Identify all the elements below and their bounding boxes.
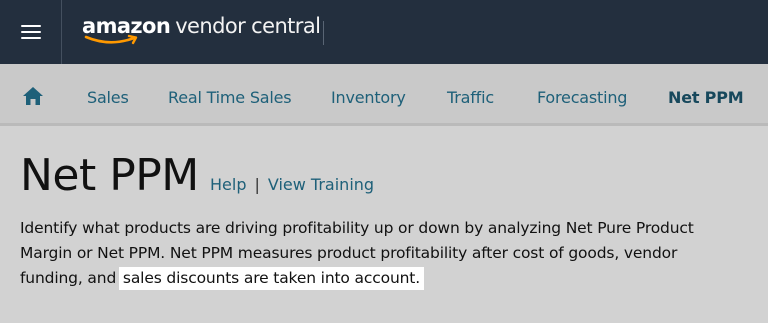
title-links: Help | View Training bbox=[210, 175, 374, 194]
description-line-3: funding, and sales discounts are taken i… bbox=[20, 266, 760, 291]
view-training-link[interactable]: View Training bbox=[268, 175, 374, 194]
hamburger-menu-icon[interactable] bbox=[0, 0, 62, 64]
home-icon[interactable] bbox=[22, 86, 44, 106]
page-title: Net PPM bbox=[20, 150, 199, 201]
top-header: amazon vendor central bbox=[0, 0, 768, 64]
amazon-vendor-central-logo[interactable]: amazon vendor central bbox=[82, 14, 321, 50]
description-line-1: Identify what products are driving profi… bbox=[20, 219, 694, 237]
main-nav: Sales Real Time Sales Inventory Traffic … bbox=[0, 64, 768, 126]
header-divider bbox=[323, 21, 324, 45]
description-line-3-text: funding, and bbox=[20, 269, 121, 287]
logo-product-text: vendor central bbox=[175, 14, 321, 38]
nav-item-forecasting[interactable]: Forecasting bbox=[537, 88, 627, 107]
description-line-2: Margin or Net PPM. Net PPM measures prod… bbox=[20, 244, 678, 262]
amazon-smile-icon bbox=[84, 34, 138, 45]
nav-item-real-time-sales[interactable]: Real Time Sales bbox=[168, 88, 292, 107]
nav-item-inventory[interactable]: Inventory bbox=[331, 88, 406, 107]
nav-item-traffic[interactable]: Traffic bbox=[447, 88, 494, 107]
page-description: Identify what products are driving profi… bbox=[20, 216, 760, 291]
nav-item-net-ppm[interactable]: Net PPM bbox=[668, 88, 744, 107]
link-separator: | bbox=[254, 175, 260, 194]
nav-item-sales[interactable]: Sales bbox=[87, 88, 129, 107]
help-link[interactable]: Help bbox=[210, 175, 246, 194]
highlighted-text: sales discounts are taken into account. bbox=[118, 267, 425, 290]
